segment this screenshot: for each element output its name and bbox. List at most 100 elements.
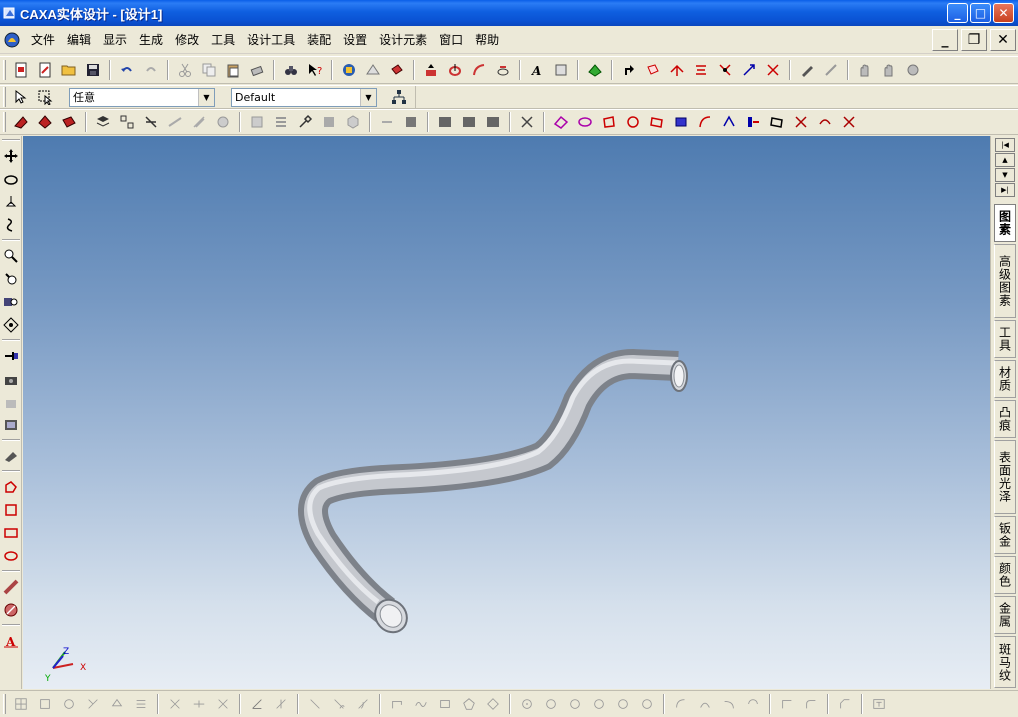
- curve-3d-button[interactable]: [550, 111, 572, 133]
- spline-button[interactable]: [574, 111, 596, 133]
- polyline-button[interactable]: [386, 693, 408, 715]
- menu-modify[interactable]: 修改: [169, 31, 205, 48]
- orbit-button[interactable]: [1, 168, 21, 189]
- polygon-button[interactable]: [458, 693, 480, 715]
- bottom-tool-3[interactable]: [58, 693, 80, 715]
- split-button[interactable]: [690, 59, 712, 81]
- surface-button[interactable]: [400, 111, 422, 133]
- tab-materials[interactable]: 材质: [994, 360, 1016, 398]
- helix-button[interactable]: [694, 111, 716, 133]
- annotation-button[interactable]: A: [1, 630, 21, 651]
- plane-button[interactable]: [376, 111, 398, 133]
- bottom-tool-4[interactable]: [82, 693, 104, 715]
- extrude-feature-button[interactable]: [34, 111, 56, 133]
- scroll-last-button[interactable]: ▶|: [995, 183, 1015, 197]
- angle-line-button[interactable]: [352, 693, 374, 715]
- maximize-button[interactable]: □: [970, 3, 991, 23]
- select-arrow-button[interactable]: [10, 86, 32, 108]
- pan-button[interactable]: [1, 145, 21, 166]
- copy-feature-button[interactable]: [246, 111, 268, 133]
- minimize-button[interactable]: _: [947, 3, 968, 23]
- box-face2-button[interactable]: [458, 111, 480, 133]
- bottom-tool-8[interactable]: [188, 693, 210, 715]
- box-face3-button[interactable]: [482, 111, 504, 133]
- whats-this-button[interactable]: ?: [304, 59, 326, 81]
- bridge-curve-button[interactable]: [742, 111, 764, 133]
- thread-button[interactable]: [188, 111, 210, 133]
- bottom-tool-5[interactable]: [106, 693, 128, 715]
- cut-button[interactable]: [174, 59, 196, 81]
- solid-feature-button[interactable]: [58, 111, 80, 133]
- ellipse-sketch-button[interactable]: [1, 545, 21, 566]
- scroll-down-button[interactable]: ▼: [995, 168, 1015, 182]
- circle-3pt-button[interactable]: [564, 693, 586, 715]
- selection-filter-select[interactable]: 任意 ▼: [69, 87, 215, 107]
- scroll-first-button[interactable]: |◀: [995, 138, 1015, 152]
- chevron-down-icon[interactable]: ▼: [198, 88, 214, 106]
- toolbar-grip[interactable]: [3, 112, 6, 132]
- bottom-tool-1[interactable]: [10, 693, 32, 715]
- close-button[interactable]: ✕: [993, 3, 1014, 23]
- zoom-window-button[interactable]: [1, 268, 21, 289]
- render-button[interactable]: [362, 59, 384, 81]
- rectangle-sketch-button[interactable]: [1, 499, 21, 520]
- redo-button[interactable]: [140, 59, 162, 81]
- circle-tangent2-button[interactable]: [612, 693, 634, 715]
- menu-design-elements[interactable]: 设计元素: [373, 31, 433, 48]
- zoom-button[interactable]: [1, 245, 21, 266]
- hierarchy-button[interactable]: [388, 86, 410, 108]
- circle-2pt-button[interactable]: [540, 693, 562, 715]
- tab-emboss[interactable]: 凸痕: [994, 400, 1016, 438]
- view-direction-button[interactable]: [1, 345, 21, 366]
- circle-tangent3-button[interactable]: [636, 693, 658, 715]
- face-draft-button[interactable]: [642, 59, 664, 81]
- undo-button[interactable]: [116, 59, 138, 81]
- scroll-up-button[interactable]: ▲: [995, 153, 1015, 167]
- open-button[interactable]: [58, 59, 80, 81]
- mirror-button[interactable]: [140, 111, 162, 133]
- toolbar-grip[interactable]: [3, 60, 6, 80]
- style-select[interactable]: Default ▼: [231, 87, 377, 107]
- chevron-down-icon[interactable]: ▼: [360, 88, 376, 106]
- offset-button[interactable]: [776, 693, 798, 715]
- camera-button[interactable]: [1, 368, 21, 389]
- edge-chamfer-button[interactable]: [618, 59, 640, 81]
- view-all-button[interactable]: [1, 314, 21, 335]
- rectangle-3d-button[interactable]: [670, 111, 692, 133]
- tab-colors[interactable]: 颜色: [994, 556, 1016, 594]
- scale-button[interactable]: [762, 59, 784, 81]
- tab-zebra[interactable]: 斑马纹: [994, 636, 1016, 688]
- pipe-model[interactable]: X Y Z: [23, 136, 990, 689]
- arc-button[interactable]: [670, 693, 692, 715]
- hand-zoom-button[interactable]: [902, 59, 924, 81]
- new-file-button[interactable]: [10, 59, 32, 81]
- layer-button[interactable]: [92, 111, 114, 133]
- smart-render-button[interactable]: [386, 59, 408, 81]
- tangent-line-button[interactable]: [328, 693, 350, 715]
- bottom-tool-6[interactable]: [130, 693, 152, 715]
- extrude-button[interactable]: [420, 59, 442, 81]
- line-3d-button[interactable]: [598, 111, 620, 133]
- document-icon[interactable]: [3, 31, 21, 49]
- text-sketch-button[interactable]: [868, 693, 890, 715]
- hand-pan-button[interactable]: [854, 59, 876, 81]
- line-tool-button[interactable]: [304, 693, 326, 715]
- render-style-button[interactable]: [1, 445, 21, 466]
- menu-settings[interactable]: 设置: [337, 31, 373, 48]
- menu-window[interactable]: 窗口: [433, 31, 469, 48]
- offset-curve-button[interactable]: [766, 111, 788, 133]
- hole-button[interactable]: [212, 111, 234, 133]
- cube-feature-button[interactable]: [342, 111, 364, 133]
- menu-file[interactable]: 文件: [25, 31, 61, 48]
- circle-center-button[interactable]: [516, 693, 538, 715]
- menu-design-tools[interactable]: 设计工具: [241, 31, 301, 48]
- intersect-curve-button[interactable]: [790, 111, 812, 133]
- delete-button[interactable]: [246, 59, 268, 81]
- fillet-sketch-button[interactable]: [800, 693, 822, 715]
- trim-curve-button[interactable]: [838, 111, 860, 133]
- tab-sheet-metal[interactable]: 钣金: [994, 516, 1016, 554]
- circle-3d-button[interactable]: [646, 111, 668, 133]
- tab-surface-finish[interactable]: 表面光泽: [994, 440, 1016, 514]
- design-tree-button[interactable]: [338, 59, 360, 81]
- box-face-button[interactable]: [434, 111, 456, 133]
